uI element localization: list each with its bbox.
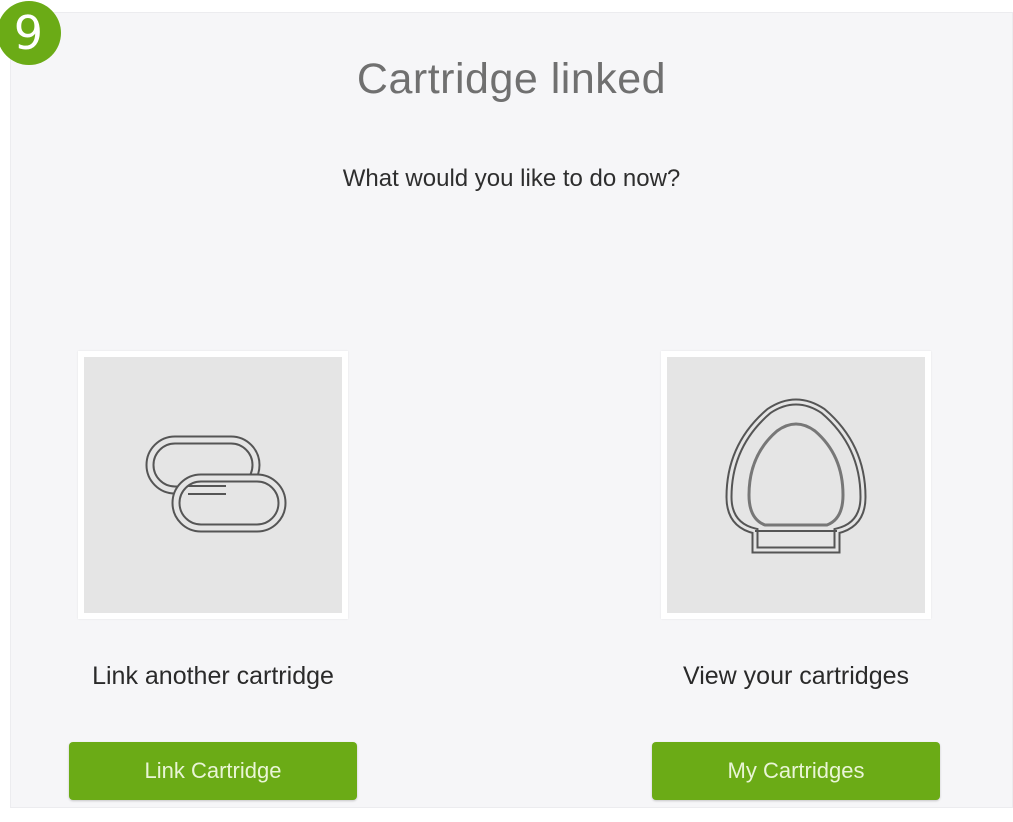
dialog-panel: 9 Cartridge linked What would you like t…	[0, 1, 1013, 808]
link-cartridge-button[interactable]: Link Cartridge	[69, 742, 357, 800]
page-title: Cartridge linked	[356, 55, 667, 103]
option-view-cartridges: View your cartridges My Cartridges	[646, 351, 946, 800]
cartridge-tile-inner	[667, 357, 925, 613]
link-icon	[145, 435, 287, 533]
option-label-view: View your cartridges	[682, 662, 910, 690]
option-label-link: Link another cartridge	[92, 662, 334, 690]
cartridge-tile[interactable]	[661, 351, 931, 619]
my-cartridges-button[interactable]: My Cartridges	[652, 742, 940, 800]
link-tile[interactable]	[78, 351, 348, 619]
option-link-another: Link another cartridge Link Cartridge	[63, 351, 363, 800]
cartridge-icon	[725, 398, 867, 554]
page-subtitle: What would you like to do now?	[342, 165, 681, 192]
link-tile-inner	[84, 357, 342, 613]
